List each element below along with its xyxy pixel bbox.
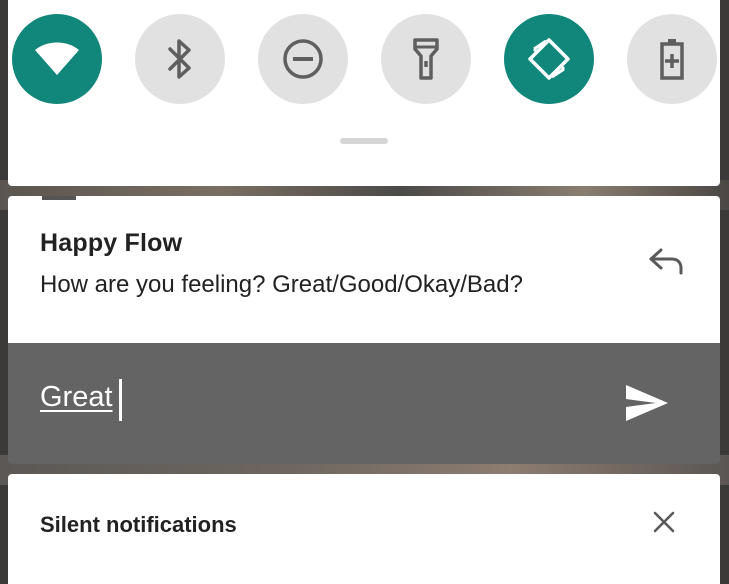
battery-saver-icon xyxy=(660,39,684,80)
notification-card[interactable]: Happy Flow How are you feeling? Great/Go… xyxy=(8,196,720,344)
flashlight-tile[interactable] xyxy=(381,14,471,104)
silent-notifications-section: Silent notifications xyxy=(8,474,720,584)
flashlight-icon xyxy=(413,38,439,80)
send-icon[interactable] xyxy=(624,383,670,423)
auto-rotate-icon xyxy=(528,38,570,80)
close-icon[interactable] xyxy=(652,510,676,534)
reply-icon[interactable] xyxy=(648,246,684,276)
text-cursor xyxy=(119,379,122,421)
drag-handle[interactable] xyxy=(340,138,388,144)
wifi-icon xyxy=(35,42,79,75)
do-not-disturb-icon xyxy=(283,39,323,79)
bluetooth-tile[interactable] xyxy=(135,14,225,104)
notification-title: Happy Flow xyxy=(40,229,183,257)
bluetooth-icon xyxy=(168,39,191,79)
do-not-disturb-tile[interactable] xyxy=(258,14,348,104)
battery-saver-tile[interactable] xyxy=(627,14,717,104)
notification-message: How are you feeling? Great/Good/Okay/Bad… xyxy=(40,271,523,298)
reply-input[interactable]: Great xyxy=(40,381,113,414)
auto-rotate-tile[interactable] xyxy=(504,14,594,104)
stacked-notification-edge xyxy=(42,196,76,200)
wifi-tile[interactable] xyxy=(12,14,102,104)
silent-notifications-label: Silent notifications xyxy=(40,512,237,537)
quick-settings-panel xyxy=(8,0,720,186)
inline-reply-bar: Great xyxy=(8,343,720,464)
